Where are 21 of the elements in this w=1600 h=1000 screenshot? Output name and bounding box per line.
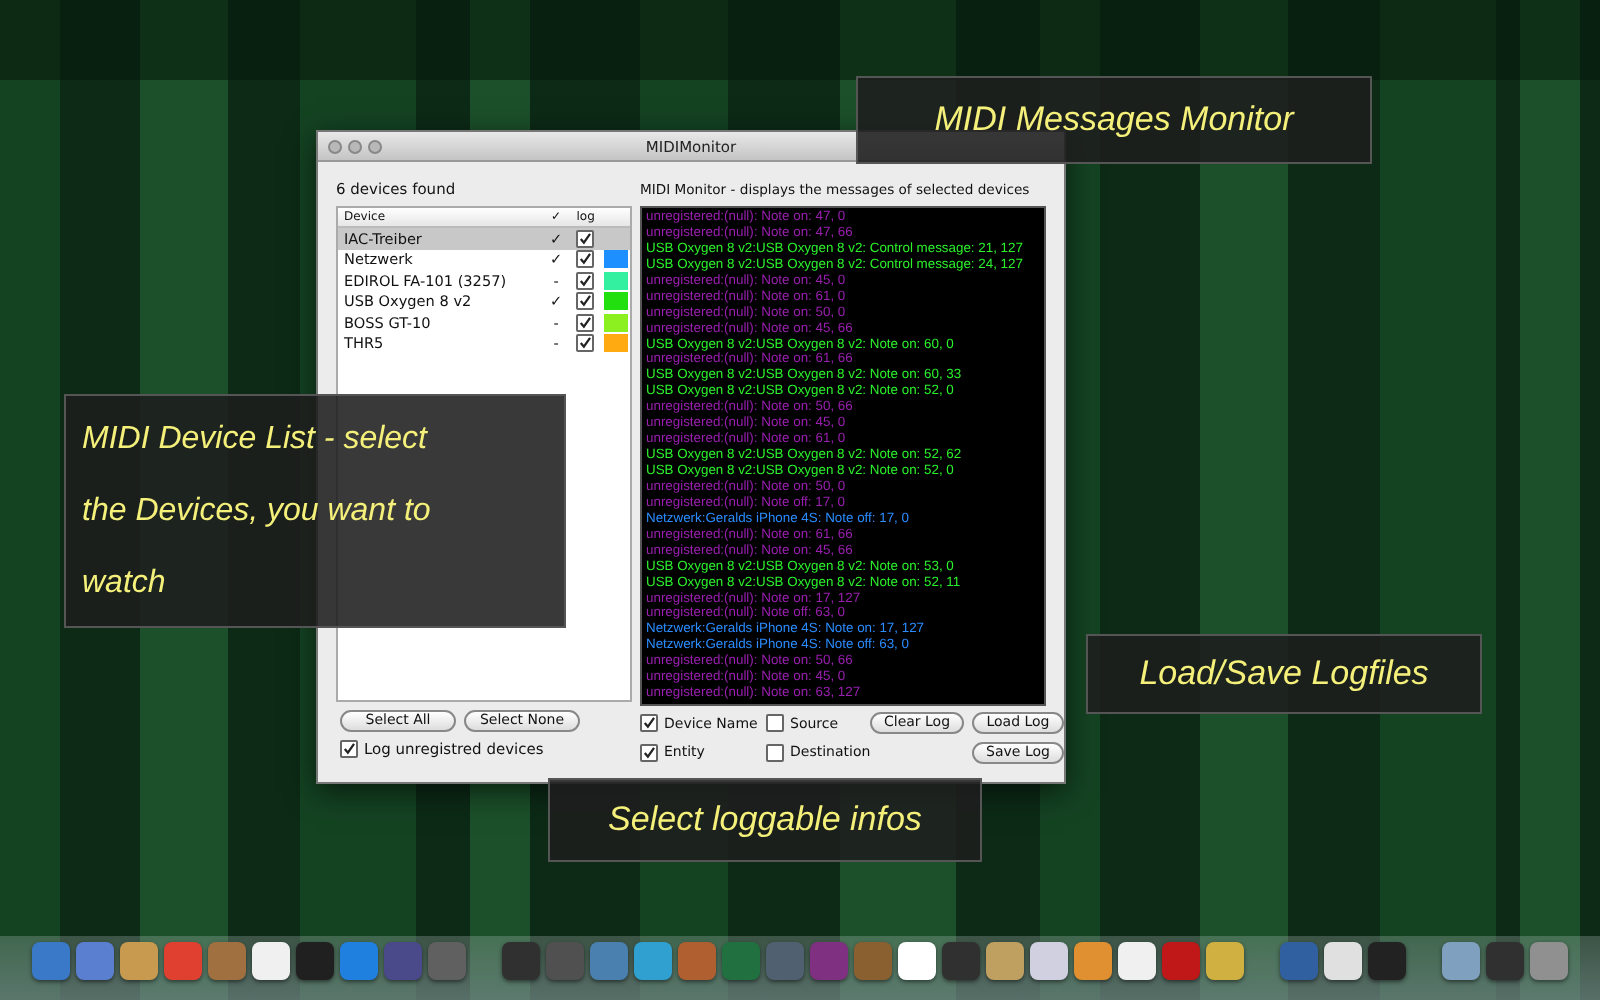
checkbox[interactable]: [576, 271, 595, 290]
checkbox[interactable]: [576, 229, 595, 248]
callout-note: MIDI Device List - select the Devices, you want to watch: [64, 394, 566, 628]
checkbox[interactable]: [576, 334, 595, 353]
checkbox[interactable]: [576, 250, 595, 269]
checkbox[interactable]: [576, 313, 595, 332]
checkbox[interactable]: [766, 714, 784, 733]
callout-note: Select loggable infos: [548, 778, 982, 862]
app-icon[interactable]: [1118, 942, 1156, 980]
app-icon[interactable]: [898, 942, 936, 980]
callout-note: Load/Save Logfiles: [1086, 634, 1482, 714]
checkbox[interactable]: [766, 743, 784, 762]
checkbox[interactable]: [340, 740, 358, 758]
app-icon[interactable]: [1324, 942, 1362, 980]
app-icon[interactable]: [252, 942, 290, 980]
checkbox[interactable]: [640, 743, 658, 762]
checkbox[interactable]: [640, 714, 658, 733]
callout-note: MIDI Messages Monitor: [856, 76, 1372, 164]
checkbox[interactable]: [576, 292, 595, 311]
app-icon[interactable]: [986, 942, 1024, 980]
app-icon[interactable]: [1030, 942, 1068, 980]
